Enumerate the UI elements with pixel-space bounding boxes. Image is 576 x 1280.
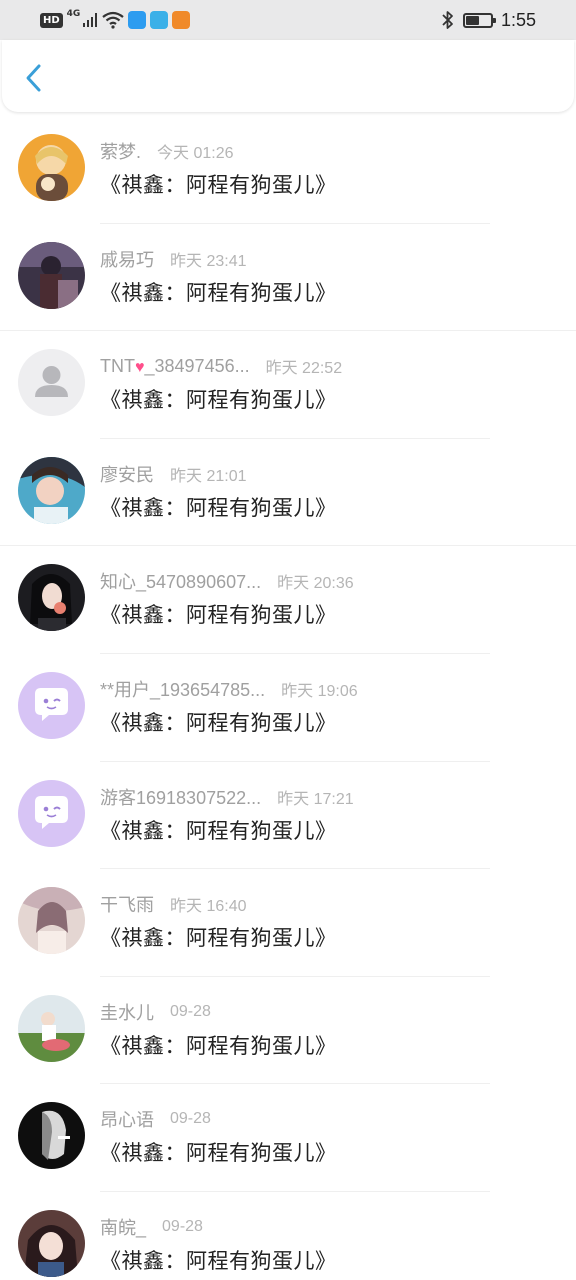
user-name: **用户_193654785...	[100, 679, 266, 700]
avatar[interactable]	[18, 1209, 85, 1277]
user-name: 萦梦.	[100, 142, 142, 162]
message-time: 09-28	[170, 1002, 211, 1020]
name-line: 昂心语 09-28	[100, 1108, 211, 1130]
avatar[interactable]	[18, 887, 85, 955]
message-text: 《祺鑫：阿程有狗蛋儿》	[100, 818, 337, 843]
user-name: 南皖_	[100, 1217, 147, 1238]
avatar[interactable]	[18, 779, 85, 847]
avatar[interactable]	[18, 241, 85, 309]
message-time: 昨天 21:01	[170, 467, 247, 485]
battery-icon	[462, 12, 496, 28]
user-name: TNT♥_38497456...	[100, 356, 250, 377]
message-text: 《祺鑫：阿程有狗蛋儿》	[100, 495, 337, 520]
name-line: TNT♥_38497456... 昨天 22:52	[100, 355, 343, 378]
header-bar	[2, 40, 574, 112]
message-time: 昨天 16:40	[170, 898, 247, 916]
list-item[interactable]: 廖安民 昨天 21:01 《祺鑫：阿程有狗蛋儿》	[0, 439, 576, 547]
wifi-icon	[102, 11, 125, 29]
avatar[interactable]	[18, 456, 85, 524]
battery-level	[465, 15, 480, 25]
name-line: 戚易巧 昨天 23:41	[100, 248, 247, 270]
name-line: 廖安民 昨天 21:01	[100, 463, 247, 485]
back-button[interactable]	[18, 60, 50, 96]
avatar[interactable]	[18, 671, 85, 739]
message-text: 《祺鑫：阿程有狗蛋儿》	[100, 926, 337, 951]
name-line: 知心_5470890607... 昨天 20:36	[100, 570, 354, 592]
message-time: 昨天 23:41	[170, 252, 247, 270]
chevron-left-icon	[26, 64, 41, 92]
cloud-app-icon	[128, 11, 147, 29]
message-text: 《祺鑫：阿程有狗蛋儿》	[100, 710, 337, 735]
message-time: 09-28	[170, 1110, 211, 1128]
message-text: 《祺鑫：阿程有狗蛋儿》	[100, 1033, 337, 1058]
user-name-prefix: TNT	[100, 355, 135, 376]
list-item[interactable]: 圭水儿 09-28 《祺鑫：阿程有狗蛋儿》	[0, 977, 576, 1085]
video-app-icon	[172, 11, 191, 29]
list-item[interactable]: 南皖_ 09-28 《祺鑫：阿程有狗蛋儿》	[0, 1192, 576, 1280]
message-list: 萦梦. 今天 01:26 《祺鑫：阿程有狗蛋儿》 戚易巧 昨天 23:41 《祺…	[0, 116, 576, 1280]
message-time: 昨天 19:06	[281, 682, 358, 700]
list-item[interactable]: 知心_5470890607... 昨天 20:36 《祺鑫：阿程有狗蛋儿》	[0, 546, 576, 654]
avatar[interactable]	[18, 349, 85, 417]
status-right: 1:55	[441, 8, 536, 32]
user-name: 游客16918307522...	[100, 787, 262, 808]
message-time: 昨天 22:52	[265, 360, 343, 378]
user-name-suffix: _38497456...	[144, 355, 250, 376]
list-item[interactable]: 干飞雨 昨天 16:40 《祺鑫：阿程有狗蛋儿》	[0, 869, 576, 977]
name-line: 南皖_ 09-28	[100, 1216, 203, 1238]
name-line: 游客16918307522... 昨天 17:21	[100, 786, 354, 808]
user-name: 廖安民	[100, 464, 154, 485]
name-line: 干飞雨 昨天 16:40	[100, 893, 247, 915]
message-text: 《祺鑫：阿程有狗蛋儿》	[100, 1248, 337, 1273]
user-name: 昂心语	[100, 1110, 154, 1131]
clock: 1:55	[500, 9, 536, 30]
user-name: 戚易巧	[100, 249, 154, 270]
message-text: 《祺鑫：阿程有狗蛋儿》	[100, 173, 337, 197]
message-time: 昨天 17:21	[277, 790, 354, 808]
message-text: 《祺鑫：阿程有狗蛋儿》	[100, 280, 337, 305]
list-item[interactable]: 戚易巧 昨天 23:41 《祺鑫：阿程有狗蛋儿》	[0, 224, 576, 332]
user-name: 知心_5470890607...	[100, 572, 262, 593]
avatar[interactable]	[18, 994, 85, 1062]
list-item[interactable]: 昂心语 09-28 《祺鑫：阿程有狗蛋儿》	[0, 1084, 576, 1192]
heart-icon: ♥	[135, 358, 145, 376]
network-type: 4G	[66, 9, 81, 19]
name-line: **用户_193654785... 昨天 19:06	[100, 678, 358, 700]
message-time: 09-28	[162, 1217, 203, 1235]
avatar[interactable]	[18, 564, 85, 632]
message-text: 《祺鑫：阿程有狗蛋儿》	[100, 603, 337, 628]
list-item[interactable]: 萦梦. 今天 01:26 《祺鑫：阿程有狗蛋儿》	[0, 116, 576, 224]
list-item[interactable]: TNT♥_38497456... 昨天 22:52 《祺鑫：阿程有狗蛋儿》	[0, 331, 576, 439]
message-text: 《祺鑫：阿程有狗蛋儿》	[100, 1141, 337, 1166]
list-item[interactable]: **用户_193654785... 昨天 19:06 《祺鑫：阿程有狗蛋儿》	[0, 654, 576, 762]
signal-icon	[83, 13, 98, 27]
message-time: 今天 01:26	[157, 145, 234, 162]
bluetooth-icon	[442, 11, 453, 29]
message-time: 昨天 20:36	[277, 575, 354, 593]
name-line: 圭水儿 09-28	[100, 1001, 211, 1023]
avatar[interactable]	[18, 134, 85, 201]
status-bar: HD 4G 1:55	[0, 0, 576, 40]
message-text: 《祺鑫：阿程有狗蛋儿》	[100, 388, 337, 413]
book-app-icon	[150, 11, 169, 29]
list-item[interactable]: 游客16918307522... 昨天 17:21 《祺鑫：阿程有狗蛋儿》	[0, 762, 576, 870]
user-name: 干飞雨	[100, 895, 154, 916]
name-line: 萦梦. 今天 01:26	[100, 140, 234, 162]
status-left: HD 4G	[40, 9, 191, 31]
user-name: 圭水儿	[100, 1002, 154, 1023]
hd-indicator: HD	[40, 12, 63, 28]
avatar[interactable]	[18, 1102, 85, 1170]
